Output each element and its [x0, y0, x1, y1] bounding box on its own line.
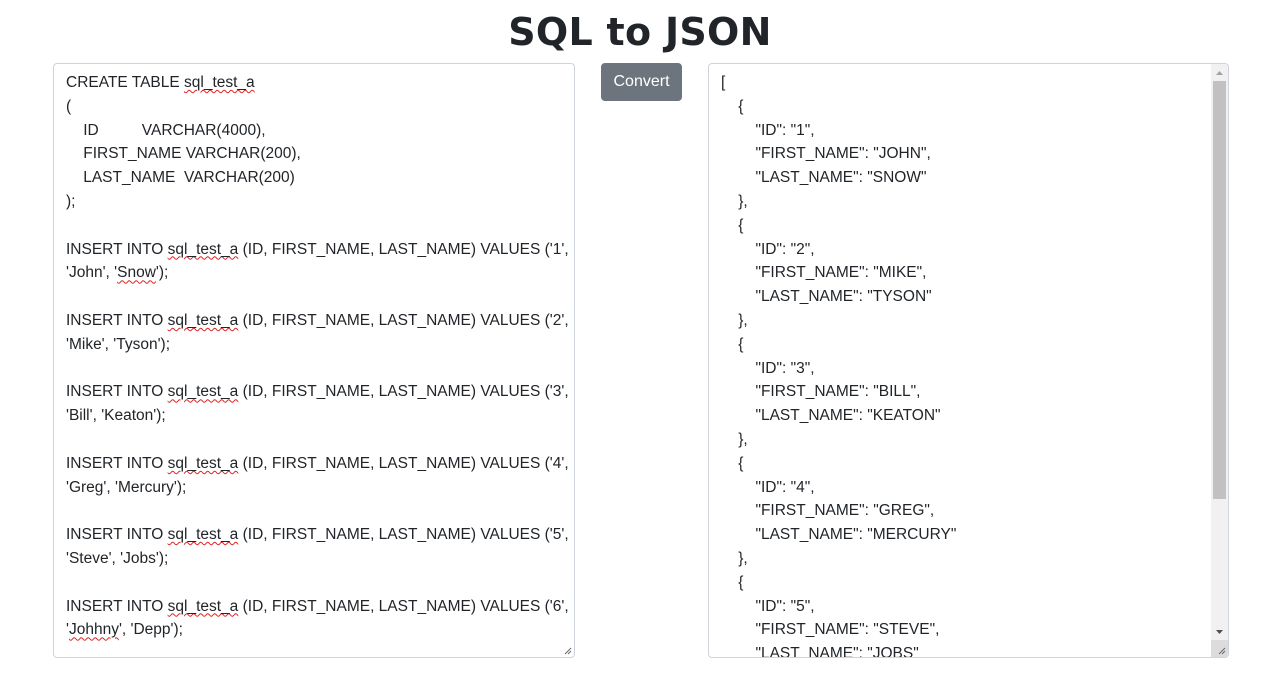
scroll-down-arrow-icon[interactable] [1211, 623, 1228, 640]
json-line: { [721, 97, 744, 115]
json-line: { [721, 335, 744, 353]
sql-line: INSERT INTO sql_test_a (ID, FIRST_NAME, … [66, 523, 569, 547]
sql-text: ( [66, 97, 72, 115]
sql-line [66, 571, 556, 595]
sql-line: 'Johhny', 'Depp'); [66, 618, 556, 642]
sql-text: 'Bill', 'Keaton'); [66, 407, 166, 425]
json-line: { [721, 454, 744, 472]
misspelled-word: sql_test_a [167, 311, 239, 329]
json-line: }, [721, 192, 748, 210]
sql-text: CREATE TABLE [66, 74, 185, 91]
sql-line: INSERT INTO sql_test_a (ID, FIRST_NAME, … [66, 309, 569, 333]
sql-line: FIRST_NAME VARCHAR(200), [66, 142, 556, 166]
sql-text: FIRST_NAME VARCHAR(200), [66, 145, 301, 163]
json-line: "LAST_NAME": "JOBS" [721, 645, 919, 658]
json-line: }, [721, 549, 748, 567]
sql-text: (ID, FIRST_NAME, LAST_NAME) VALUES ('1', [238, 240, 569, 258]
sql-line [66, 285, 556, 309]
sql-line: 'Mike', 'Tyson'); [66, 333, 556, 357]
json-output-content[interactable]: [ { "ID": "1", "FIRST_NAME": "JOHN", "LA… [721, 71, 1210, 658]
sql-text: ); [66, 192, 76, 210]
json-line: "LAST_NAME": "KEATON" [721, 407, 941, 425]
json-output-textarea[interactable]: [ { "ID": "1", "FIRST_NAME": "JOHN", "LA… [708, 63, 1229, 658]
json-line: "LAST_NAME": "TYSON" [721, 288, 932, 306]
json-line: "FIRST_NAME": "JOHN", [721, 145, 931, 163]
sql-text: INSERT INTO [66, 597, 168, 615]
sql-line: INSERT INTO sql_test_a (ID, FIRST_NAME, … [66, 595, 569, 619]
sql-text: 'John', ' [66, 264, 118, 282]
json-line: "FIRST_NAME": "BILL", [721, 383, 921, 401]
sql-line: LAST_NAME VARCHAR(200) [66, 166, 556, 190]
sql-line [66, 428, 556, 452]
sql-line: INSERT INTO sql_test_a (ID, FIRST_NAME, … [66, 452, 569, 476]
misspelled-word: sql_test_a [167, 383, 239, 401]
sql-input-content[interactable]: CREATE TABLE sql_test_a ( ID VARCHAR(4000… [66, 71, 569, 642]
misspelled-word: Snow [117, 264, 156, 282]
json-line: { [721, 573, 744, 591]
sql-line: ID VARCHAR(4000), [66, 119, 556, 143]
sql-line: CREATE TABLE sql_test_a [66, 71, 556, 95]
sql-text: (ID, FIRST_NAME, LAST_NAME) VALUES ('6', [238, 597, 569, 615]
sql-text: ', 'Depp'); [118, 621, 183, 639]
sql-line [66, 499, 556, 523]
json-line: "FIRST_NAME": "STEVE", [721, 621, 940, 639]
misspelled-word: sql_test_a [184, 74, 255, 91]
json-line: "ID": "3", [721, 359, 815, 377]
sql-text: '); [155, 264, 169, 282]
sql-line: ); [66, 190, 556, 214]
sql-line: INSERT INTO sql_test_a (ID, FIRST_NAME, … [66, 238, 569, 262]
sql-text: (ID, FIRST_NAME, LAST_NAME) VALUES ('4', [238, 454, 569, 472]
sql-line: 'Bill', 'Keaton'); [66, 404, 556, 428]
json-line: [ [721, 74, 726, 91]
resize-grip-icon[interactable] [1211, 640, 1228, 657]
sql-line: ( [66, 95, 556, 119]
scroll-up-arrow-icon[interactable] [1211, 64, 1228, 81]
sql-line [66, 357, 556, 381]
json-line: "ID": "2", [721, 240, 815, 258]
sql-text: (ID, FIRST_NAME, LAST_NAME) VALUES ('3', [238, 383, 569, 401]
scrollbar-thumb[interactable] [1213, 81, 1226, 499]
json-line: "FIRST_NAME": "MIKE", [721, 264, 927, 282]
sql-text: (ID, FIRST_NAME, LAST_NAME) VALUES ('5', [238, 526, 569, 544]
resize-grip-icon[interactable] [562, 645, 572, 655]
sql-line: 'Greg', 'Mercury'); [66, 476, 556, 500]
misspelled-word: sql_test_a [167, 526, 239, 544]
sql-text: (ID, FIRST_NAME, LAST_NAME) VALUES ('2', [238, 311, 569, 329]
misspelled-word: Johhny [68, 621, 119, 639]
json-line: "LAST_NAME": "SNOW" [721, 169, 927, 187]
sql-text: LAST_NAME VARCHAR(200) [66, 169, 295, 187]
misspelled-word: sql_test_a [167, 240, 239, 258]
json-line: "ID": "5", [721, 597, 815, 615]
misspelled-word: sql_test_a [167, 454, 239, 472]
sql-text: 'Greg', 'Mercury'); [66, 478, 187, 496]
sql-text: INSERT INTO [66, 454, 168, 472]
json-line: "ID": "1", [721, 121, 815, 139]
sql-text: 'Steve', 'Jobs'); [66, 549, 169, 567]
misspelled-word: sql_test_a [167, 597, 239, 615]
sql-line: INSERT INTO sql_test_a (ID, FIRST_NAME, … [66, 380, 569, 404]
json-line: "LAST_NAME": "MERCURY" [721, 526, 957, 544]
sql-line: 'John', 'Snow'); [66, 261, 556, 285]
json-line: }, [721, 311, 748, 329]
sql-line [66, 214, 556, 238]
vertical-scrollbar[interactable] [1211, 64, 1228, 657]
sql-text: ID VARCHAR(4000), [66, 121, 266, 139]
scroll-corner [1211, 640, 1228, 657]
sql-text: INSERT INTO [66, 526, 168, 544]
convert-button[interactable]: Convert [601, 63, 682, 101]
sql-input-textarea[interactable]: CREATE TABLE sql_test_a ( ID VARCHAR(4000… [53, 63, 575, 658]
sql-text: 'Mike', 'Tyson'); [66, 335, 170, 353]
json-line: }, [721, 430, 748, 448]
json-line: "ID": "4", [721, 478, 815, 496]
sql-text: INSERT INTO [66, 240, 168, 258]
page-title: SQL to JSON [508, 10, 772, 54]
json-line: { [721, 216, 744, 234]
sql-text: INSERT INTO [66, 383, 168, 401]
json-line: "FIRST_NAME": "GREG", [721, 502, 935, 520]
sql-line: 'Steve', 'Jobs'); [66, 547, 556, 571]
sql-text: INSERT INTO [66, 311, 168, 329]
